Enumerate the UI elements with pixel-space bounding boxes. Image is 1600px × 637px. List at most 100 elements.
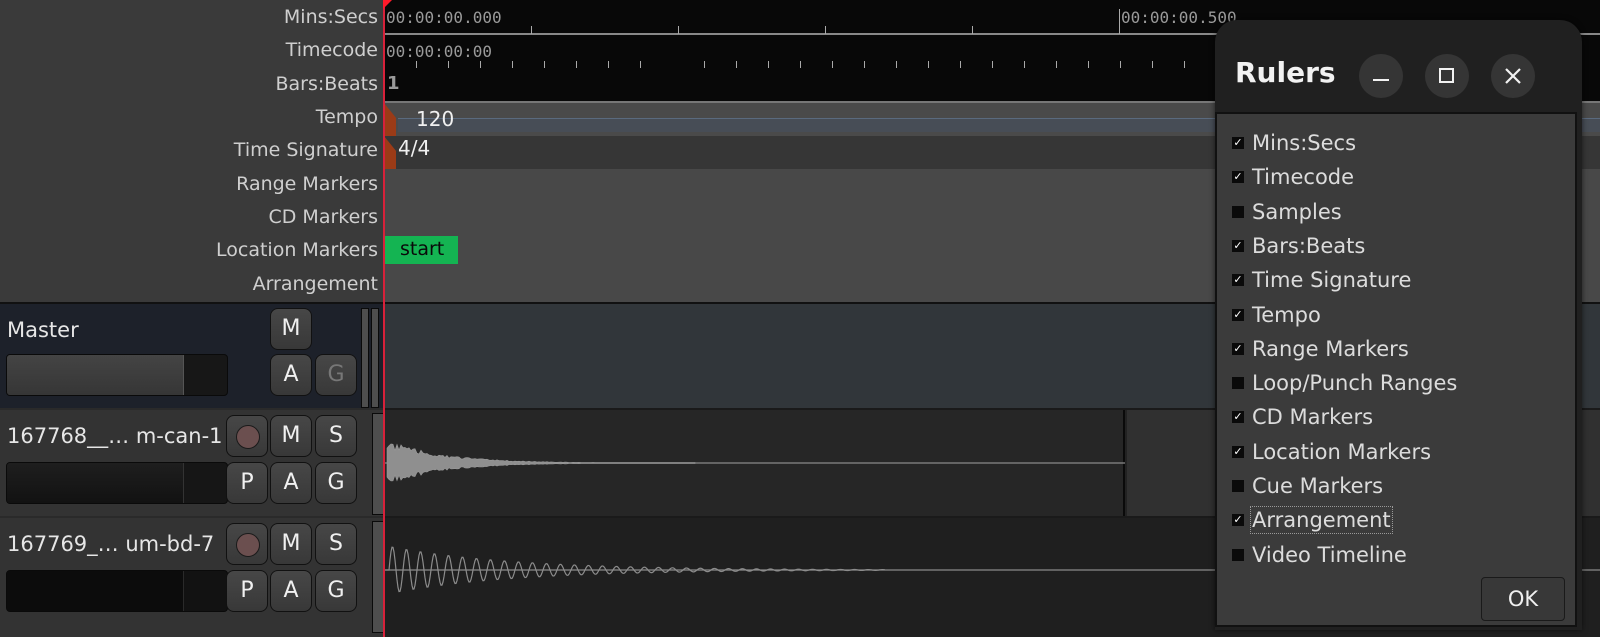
checkbox-label[interactable]: Tempo xyxy=(1252,303,1321,327)
track-name[interactable]: 167769_… um-bd-7 xyxy=(7,532,214,556)
ruler-label-location-markers: Location Markers xyxy=(216,239,378,261)
ruler-labels: Mins:Secs Timecode Bars:Beats Tempo Time… xyxy=(0,0,384,306)
ruler-toggle-cue-markers[interactable]: Cue Markers xyxy=(1232,471,1383,501)
track-header-master[interactable]: Master M A G xyxy=(0,302,383,408)
fader-unity-mark xyxy=(183,355,184,395)
checkbox-icon[interactable] xyxy=(1232,377,1244,390)
track-name[interactable]: 167768__… m-can-1 xyxy=(7,424,223,448)
checkbox-label[interactable]: Loop/Punch Ranges xyxy=(1252,371,1457,395)
checkbox-label[interactable]: Samples xyxy=(1252,200,1342,224)
meter-marker-flag[interactable] xyxy=(384,136,396,169)
ok-button[interactable]: OK xyxy=(1481,577,1565,621)
gain-fader[interactable] xyxy=(6,462,228,504)
record-arm-button[interactable] xyxy=(226,415,268,457)
checkbox-icon[interactable] xyxy=(1232,205,1244,218)
checkbox-icon[interactable]: ✓ xyxy=(1232,171,1244,184)
ruler-toggle-video-timeline[interactable]: Video Timeline xyxy=(1232,540,1407,570)
timecode-tick xyxy=(608,61,609,68)
bars-beats-label: 1 xyxy=(387,73,400,94)
gain-fader[interactable] xyxy=(6,570,228,612)
mute-button[interactable]: M xyxy=(270,308,312,350)
audio-region[interactable] xyxy=(385,410,1125,516)
playhead[interactable] xyxy=(383,0,385,637)
fader-fill xyxy=(7,355,183,395)
timecode-tick xyxy=(480,61,481,68)
checkbox-icon[interactable]: ✓ xyxy=(1232,239,1244,252)
level-meter-right xyxy=(371,308,379,408)
ruler-toggle-location-markers[interactable]: ✓ Location Markers xyxy=(1232,437,1431,467)
track-header-2[interactable]: 167769_… um-bd-7 M S P A G xyxy=(0,516,386,637)
checkbox-label[interactable]: Location Markers xyxy=(1252,440,1431,464)
checkbox-label[interactable]: Range Markers xyxy=(1252,337,1409,361)
timecode-tick xyxy=(512,61,513,68)
checkbox-label[interactable]: Time Signature xyxy=(1252,268,1411,292)
mins-secs-tick xyxy=(531,26,532,34)
location-marker-start[interactable]: start xyxy=(384,236,458,264)
track-name[interactable]: Master xyxy=(7,318,79,342)
checkbox-label[interactable]: Mins:Secs xyxy=(1252,131,1356,155)
tempo-value: 120 xyxy=(416,107,455,131)
timecode-tick xyxy=(800,61,801,68)
timecode-tick xyxy=(704,61,705,68)
close-button[interactable] xyxy=(1491,54,1535,98)
editor-window: Mins:Secs Timecode Bars:Beats Tempo Time… xyxy=(0,0,1600,637)
ruler-toggle-mins-secs[interactable]: ✓ Mins:Secs xyxy=(1232,128,1356,158)
ruler-label-arrangement: Arrangement xyxy=(252,273,378,295)
group-button[interactable]: G xyxy=(315,570,357,612)
checkbox-label[interactable]: Cue Markers xyxy=(1252,474,1383,498)
mute-button[interactable]: M xyxy=(270,415,312,457)
checkbox-label[interactable]: Bars:Beats xyxy=(1252,234,1365,258)
maximize-icon xyxy=(1439,68,1454,83)
ruler-toggle-loop-punch-ranges[interactable]: Loop/Punch Ranges xyxy=(1232,368,1457,398)
checkbox-icon[interactable] xyxy=(1232,480,1244,492)
playlist-button[interactable]: P xyxy=(226,570,268,612)
ruler-label-time-signature: Time Signature xyxy=(233,139,378,161)
ruler-toggle-timecode[interactable]: ✓ Timecode xyxy=(1232,162,1354,192)
automation-button[interactable]: A xyxy=(270,570,312,612)
ruler-toggle-time-signature[interactable]: ✓ Time Signature xyxy=(1232,265,1411,295)
solo-button[interactable]: S xyxy=(315,415,357,457)
ruler-toggle-cd-markers[interactable]: ✓ CD Markers xyxy=(1232,402,1373,432)
checkbox-icon[interactable]: ✓ xyxy=(1232,514,1244,527)
checkbox-label[interactable]: Video Timeline xyxy=(1252,543,1407,567)
timecode-tick xyxy=(928,61,929,68)
ruler-toggle-range-markers[interactable]: ✓ Range Markers xyxy=(1232,334,1409,364)
group-button[interactable]: G xyxy=(315,462,357,504)
record-arm-button[interactable] xyxy=(226,523,268,565)
checkbox-icon[interactable] xyxy=(1232,548,1244,561)
dialog-body: ✓ Mins:Secs ✓ Timecode Samples ✓ Bars:Beats ✓ Ti… xyxy=(1215,112,1577,627)
mins-secs-tick xyxy=(1119,9,1120,34)
playhead-handle[interactable] xyxy=(383,0,392,9)
minimize-button[interactable] xyxy=(1359,54,1403,98)
tempo-marker-flag[interactable] xyxy=(384,103,396,136)
timecode-tick xyxy=(416,61,417,68)
ruler-label-range-markers: Range Markers xyxy=(236,173,378,195)
checkbox-label[interactable]: CD Markers xyxy=(1252,405,1373,429)
mins-secs-tick xyxy=(972,26,973,34)
checkbox-icon[interactable]: ✓ xyxy=(1232,411,1244,424)
checkbox-icon[interactable]: ✓ xyxy=(1232,308,1244,321)
solo-button[interactable]: S xyxy=(315,523,357,565)
rulers-dialog: Rulers ✓ Mins:Secs ✓ Timecode Samples ✓ Bars:B… xyxy=(1215,20,1582,630)
checkbox-icon[interactable]: ✓ xyxy=(1232,137,1244,149)
ruler-toggle-bars-beats[interactable]: ✓ Bars:Beats xyxy=(1232,231,1365,261)
automation-button[interactable]: A xyxy=(270,462,312,504)
playlist-button[interactable]: P xyxy=(226,462,268,504)
checkbox-icon[interactable]: ✓ xyxy=(1232,342,1244,355)
ruler-toggle-samples[interactable]: Samples xyxy=(1232,197,1342,227)
automation-button[interactable]: A xyxy=(270,354,312,396)
track-header-1[interactable]: 167768__… m-can-1 M S P A G xyxy=(0,408,386,516)
ruler-toggle-tempo[interactable]: ✓ Tempo xyxy=(1232,300,1321,330)
checkbox-label[interactable]: Arrangement xyxy=(1250,506,1393,535)
group-button[interactable]: G xyxy=(315,354,357,396)
record-icon xyxy=(236,533,260,557)
checkbox-icon[interactable]: ✓ xyxy=(1232,274,1244,287)
timecode-tick xyxy=(1184,61,1185,68)
maximize-button[interactable] xyxy=(1425,54,1469,98)
mins-secs-label-start: 00:00:00.000 xyxy=(386,8,502,27)
mute-button[interactable]: M xyxy=(270,523,312,565)
checkbox-label[interactable]: Timecode xyxy=(1252,165,1354,189)
gain-fader[interactable] xyxy=(6,354,228,396)
ruler-toggle-arrangement[interactable]: ✓ Arrangement xyxy=(1232,505,1393,535)
checkbox-icon[interactable]: ✓ xyxy=(1232,445,1244,458)
